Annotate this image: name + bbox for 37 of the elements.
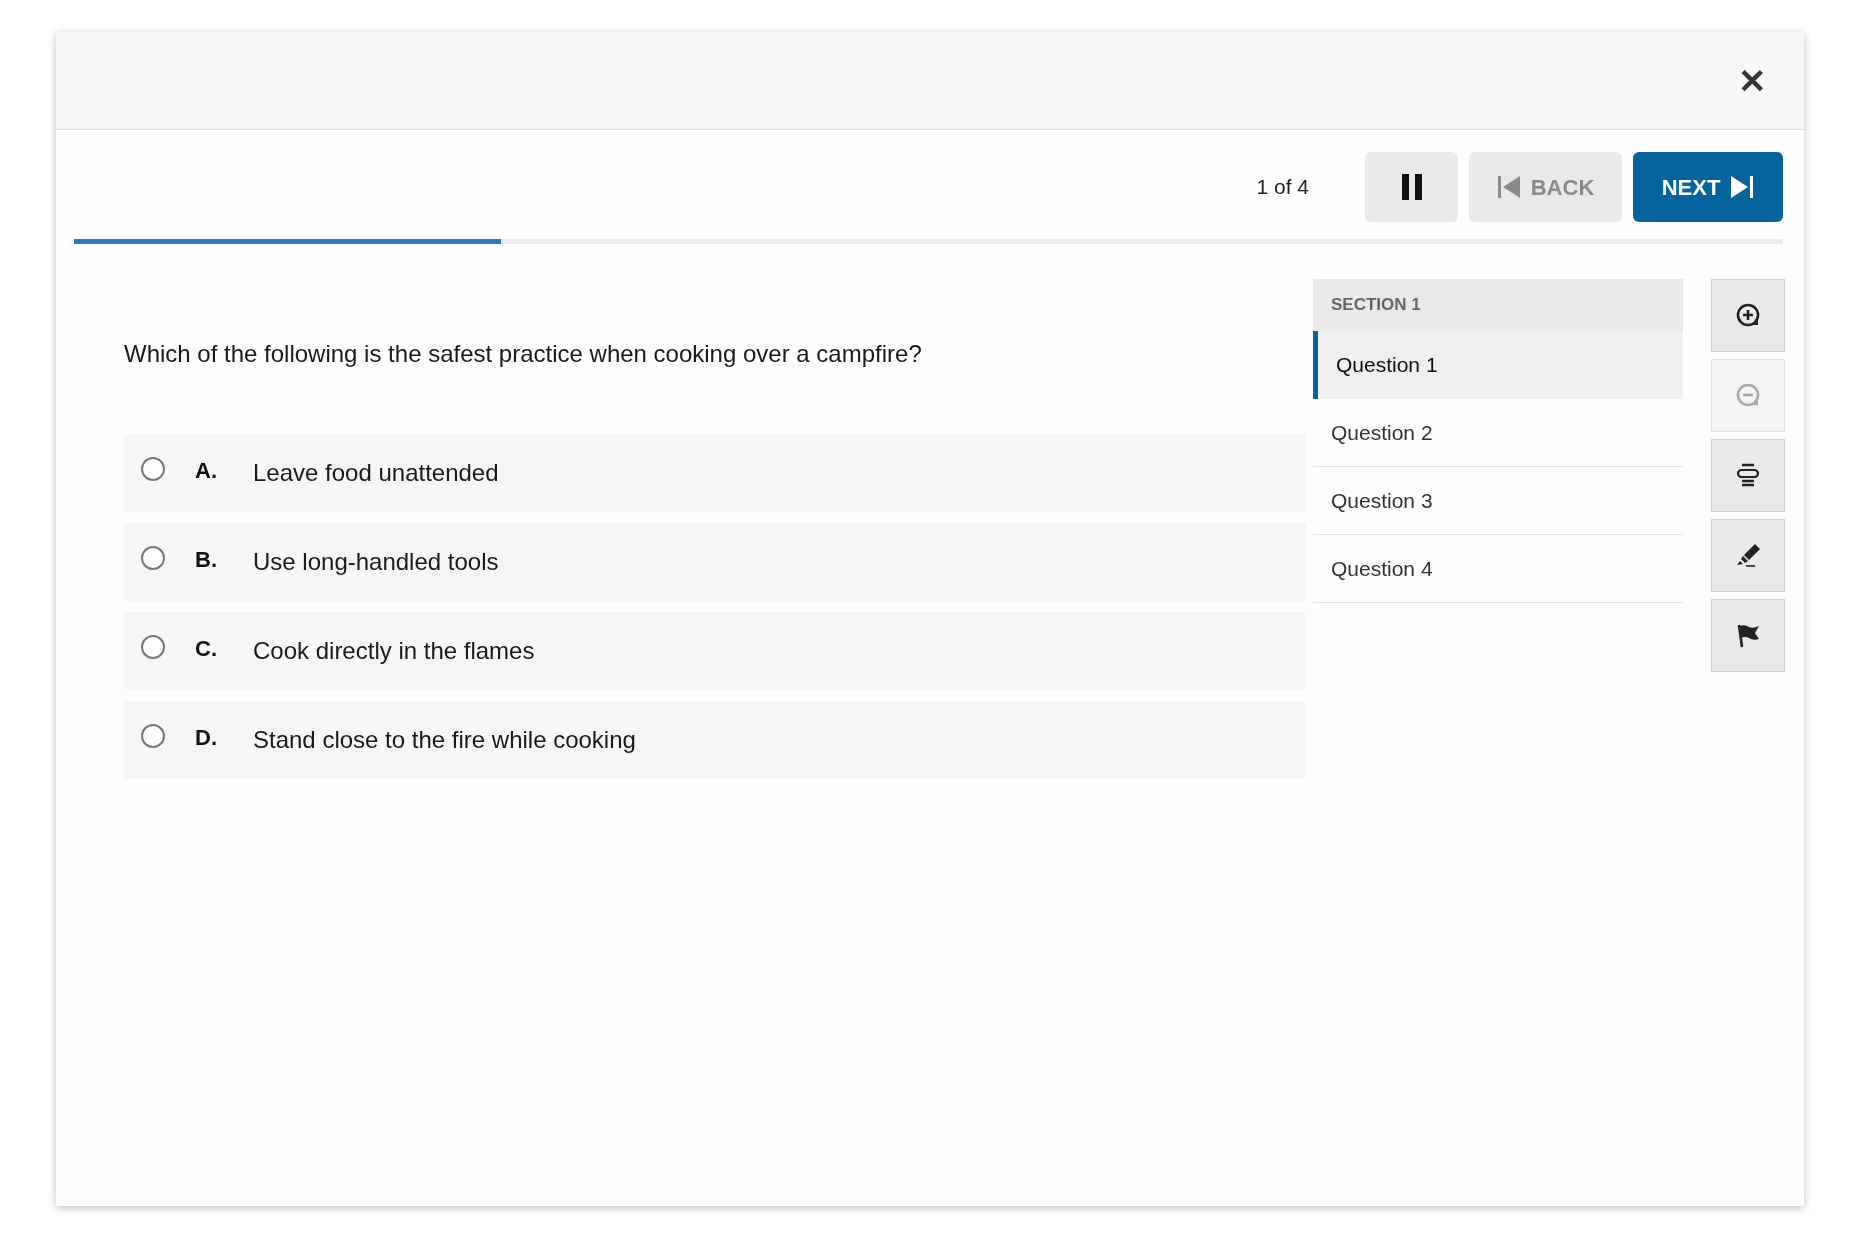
- option-letter: D.: [195, 723, 218, 752]
- question-link[interactable]: Question 2: [1313, 399, 1683, 467]
- option-text: Cook directly in the flames: [253, 636, 535, 666]
- radio-button[interactable]: [141, 635, 165, 659]
- question-counter: 1 of 4: [1256, 174, 1309, 201]
- close-button[interactable]: ✕: [1730, 63, 1774, 98]
- answer-option[interactable]: C. Cook directly in the flames: [124, 612, 1306, 690]
- question-link[interactable]: Question 1: [1313, 331, 1683, 399]
- line-reader-button[interactable]: [1711, 439, 1785, 512]
- pause-button[interactable]: [1365, 152, 1458, 222]
- zoom-in-button[interactable]: [1711, 279, 1785, 352]
- radio-button[interactable]: [141, 546, 165, 570]
- radio-button[interactable]: [141, 724, 165, 748]
- pause-icon: [1399, 174, 1424, 200]
- option-letter: C.: [195, 634, 218, 663]
- skip-forward-icon: [1730, 175, 1755, 199]
- option-letter: B.: [195, 545, 218, 574]
- option-text: Use long-handled tools: [253, 547, 499, 577]
- answer-option[interactable]: D. Stand close to the fire while cooking: [124, 701, 1306, 779]
- radio-button[interactable]: [141, 457, 165, 481]
- question-link[interactable]: Question 4: [1313, 535, 1683, 603]
- section-header: SECTION 1: [1313, 279, 1683, 331]
- line-reader-icon: [1734, 462, 1762, 489]
- option-text: Stand close to the fire while cooking: [253, 725, 636, 755]
- zoom-out-icon: [1734, 382, 1762, 409]
- zoom-in-icon: [1734, 302, 1762, 329]
- question-link[interactable]: Question 3: [1313, 467, 1683, 535]
- next-button[interactable]: NEXT: [1633, 152, 1783, 222]
- highlighter-icon: [1734, 542, 1762, 569]
- answer-option[interactable]: B. Use long-handled tools: [124, 523, 1306, 601]
- highlighter-button[interactable]: [1711, 519, 1785, 592]
- skip-back-icon: [1496, 175, 1521, 199]
- option-text: Leave food unattended: [253, 458, 499, 488]
- question-text: Which of the following is the safest practice when cooking over a campfire?: [124, 339, 923, 369]
- flag-button[interactable]: [1711, 599, 1785, 672]
- answer-option[interactable]: A. Leave food unattended: [124, 434, 1306, 512]
- option-letter: A.: [195, 456, 218, 485]
